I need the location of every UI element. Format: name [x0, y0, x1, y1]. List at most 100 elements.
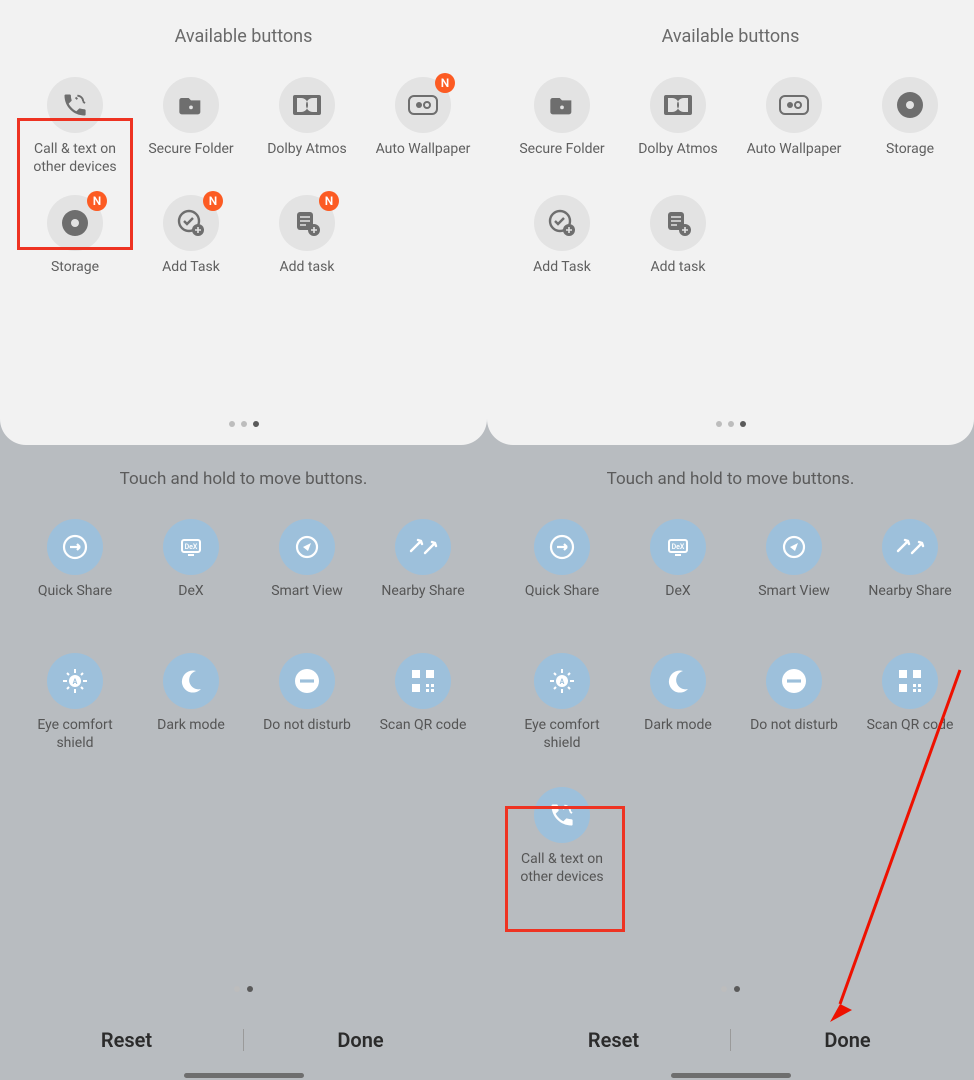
- tile-secure-folder[interactable]: Secure Folder: [136, 77, 246, 177]
- dex-icon: DeX: [163, 519, 219, 575]
- phone-sync-icon: [47, 77, 103, 133]
- active-row3: Call & text on other devices: [497, 787, 964, 887]
- tile-dolby[interactable]: Dolby Atmos: [623, 77, 733, 177]
- folder-lock-icon: [163, 77, 219, 133]
- tile-dnd[interactable]: Do not disturb: [252, 653, 362, 753]
- disc-icon: N: [47, 195, 103, 251]
- tile-eye-comfort[interactable]: AEye comfort shield: [507, 653, 617, 753]
- tile-label: Secure Folder: [148, 141, 233, 177]
- dnd-icon: [279, 653, 335, 709]
- tile-label: Add Task: [533, 259, 591, 295]
- dot: [229, 421, 235, 427]
- tile-label: Dolby Atmos: [638, 141, 718, 177]
- tile-secure-folder[interactable]: Secure Folder: [507, 77, 617, 177]
- tile-dnd[interactable]: Do not disturb: [739, 653, 849, 753]
- dot: [716, 421, 722, 427]
- quick-share-icon: [47, 519, 103, 575]
- dot-active: [247, 986, 253, 992]
- tile-label: Quick Share: [38, 583, 112, 619]
- dolby-icon: [279, 77, 335, 133]
- dot-active: [740, 421, 746, 427]
- tile-call-text[interactable]: Call & text on other devices: [20, 77, 130, 177]
- tile-label: Scan QR code: [380, 717, 467, 753]
- tile-auto-wallpaper[interactable]: Auto Wallpaper: [739, 77, 849, 177]
- new-badge: N: [319, 191, 339, 211]
- task-check-icon: N: [163, 195, 219, 251]
- nav-handle[interactable]: [184, 1073, 304, 1078]
- page-dots-lower: [721, 986, 740, 992]
- active-panel: Quick Share DeXDeX Smart View Nearby Sha…: [0, 519, 487, 1006]
- tile-label: Dark mode: [157, 717, 225, 753]
- folder-lock-icon: [534, 77, 590, 133]
- tile-label: Eye comfort shield: [20, 717, 130, 753]
- reset-button[interactable]: Reset: [10, 1028, 243, 1052]
- dot: [721, 986, 727, 992]
- dot-active: [253, 421, 259, 427]
- bottom-bar: Reset Done: [487, 1006, 974, 1080]
- tile-quick-share[interactable]: Quick Share: [507, 519, 617, 619]
- hint-text: Touch and hold to move buttons.: [487, 469, 974, 489]
- tile-label: Auto Wallpaper: [376, 141, 471, 177]
- page-dots: [229, 421, 259, 427]
- tile-label: Call & text on other devices: [507, 851, 617, 887]
- qr-icon: [882, 653, 938, 709]
- tile-smart-view[interactable]: Smart View: [739, 519, 849, 619]
- svg-text:DeX: DeX: [672, 543, 685, 551]
- tile-label: Dolby Atmos: [267, 141, 347, 177]
- nav-handle[interactable]: [671, 1073, 791, 1078]
- tile-nearby[interactable]: Nearby Share: [855, 519, 965, 619]
- tile-smart-view[interactable]: Smart View: [252, 519, 362, 619]
- dot-active: [734, 986, 740, 992]
- tile-auto-wallpaper[interactable]: N Auto Wallpaper: [368, 77, 478, 177]
- eye-comfort-icon: A: [534, 653, 590, 709]
- tile-dark-mode[interactable]: Dark mode: [623, 653, 733, 753]
- svg-text:A: A: [73, 678, 78, 686]
- tile-qr[interactable]: Scan QR code: [855, 653, 965, 753]
- tile-dolby[interactable]: Dolby Atmos: [252, 77, 362, 177]
- tile-add-task-1[interactable]: N Add Task: [136, 195, 246, 295]
- tile-label: Storage: [886, 141, 934, 177]
- done-button[interactable]: Done: [731, 1028, 964, 1052]
- dex-icon: DeX: [650, 519, 706, 575]
- tile-quick-share[interactable]: Quick Share: [20, 519, 130, 619]
- nearby-icon: [882, 519, 938, 575]
- tile-storage[interactable]: Storage: [855, 77, 965, 177]
- tile-storage[interactable]: N Storage: [20, 195, 130, 295]
- tile-dark-mode[interactable]: Dark mode: [136, 653, 246, 753]
- tile-label: Storage: [51, 259, 99, 295]
- dot: [234, 986, 240, 992]
- tile-label: Nearby Share: [381, 583, 464, 619]
- smart-view-icon: [766, 519, 822, 575]
- done-button[interactable]: Done: [244, 1028, 477, 1052]
- wallpaper-icon: [766, 77, 822, 133]
- tile-label: Scan QR code: [867, 717, 954, 753]
- tile-dex[interactable]: DeXDeX: [136, 519, 246, 619]
- screen-right: Available buttons Secure Folder Dolby At…: [487, 0, 974, 1080]
- new-badge: N: [203, 191, 223, 211]
- wallpaper-icon: N: [395, 77, 451, 133]
- tile-label: Nearby Share: [868, 583, 951, 619]
- reset-button[interactable]: Reset: [497, 1028, 730, 1052]
- tile-label: Add Task: [162, 259, 220, 295]
- svg-text:A: A: [560, 678, 565, 686]
- available-grid-left: Call & text on other devices Secure Fold…: [10, 77, 477, 295]
- tile-add-task-1[interactable]: Add Task: [507, 195, 617, 295]
- tile-label: Quick Share: [525, 583, 599, 619]
- qr-icon: [395, 653, 451, 709]
- tile-label: Do not disturb: [750, 717, 838, 753]
- tile-call-text-moved[interactable]: Call & text on other devices: [507, 787, 617, 887]
- active-panel: Quick Share DeXDeX Smart View Nearby Sha…: [487, 519, 974, 1006]
- tile-nearby[interactable]: Nearby Share: [368, 519, 478, 619]
- tile-add-task-2[interactable]: Add task: [623, 195, 733, 295]
- page-dots: [716, 421, 746, 427]
- tile-label: Do not disturb: [263, 717, 351, 753]
- tile-add-task-2[interactable]: N Add task: [252, 195, 362, 295]
- phone-sync-icon: [534, 787, 590, 843]
- tile-qr[interactable]: Scan QR code: [368, 653, 478, 753]
- tile-label: Call & text on other devices: [20, 141, 130, 177]
- tile-label: Smart View: [758, 583, 830, 619]
- tile-eye-comfort[interactable]: A Eye comfort shield: [20, 653, 130, 753]
- svg-text:DeX: DeX: [185, 543, 198, 551]
- active-grid: Quick Share DeXDeX Smart View Nearby Sha…: [497, 519, 964, 753]
- tile-dex[interactable]: DeXDeX: [623, 519, 733, 619]
